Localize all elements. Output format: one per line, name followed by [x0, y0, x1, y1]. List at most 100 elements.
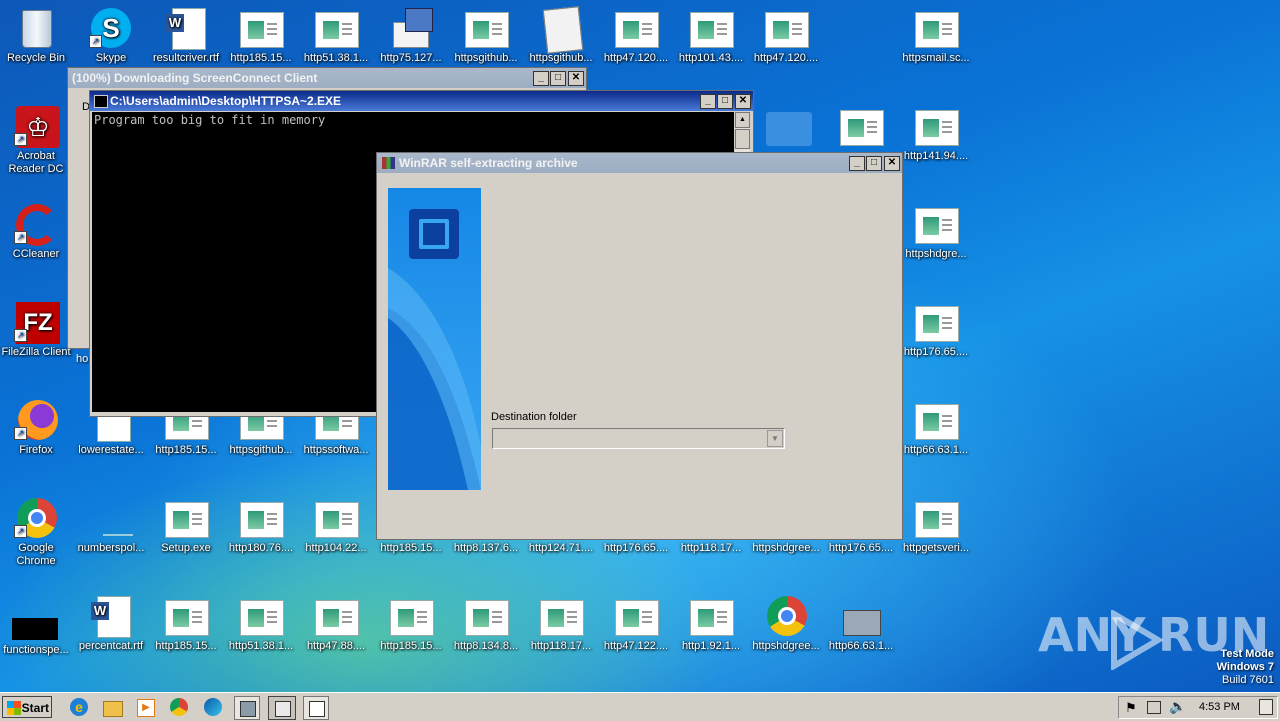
ccleaner-icon: ↗: [14, 204, 58, 246]
volume-icon[interactable]: 🔈: [1169, 698, 1186, 715]
chevron-down-icon[interactable]: ▼: [767, 430, 783, 447]
minimize-button[interactable]: _: [849, 156, 865, 171]
chrome-taskbar-icon[interactable]: [168, 696, 190, 718]
file-icon: [464, 8, 509, 48]
file-icon: [464, 596, 509, 636]
close-button[interactable]: ✕: [735, 94, 751, 109]
minimize-button[interactable]: _: [700, 94, 716, 109]
edge-icon[interactable]: [202, 696, 224, 718]
console-window-titlebar[interactable]: C:\Users\admin\Desktop\HTTPSA~2.EXE: [90, 91, 753, 111]
desktop-icon-r7-6[interactable]: http118.17...: [523, 596, 599, 653]
desktop-icon-r1-8[interactable]: http101.43....: [673, 8, 749, 65]
console-output-text: Program too big to fit in memory: [94, 113, 326, 127]
show-desktop-button[interactable]: [1259, 699, 1273, 715]
flag-icon[interactable]: ⚑: [1125, 700, 1137, 716]
desktop-icon-numberspol[interactable]: numberspol...: [73, 498, 149, 555]
close-button[interactable]: ✕: [568, 71, 584, 86]
desktop-icon-r1-3[interactable]: http51.38.1...: [298, 8, 374, 65]
desktop-icon-filezilla[interactable]: FZ ↗ FileZilla Client: [0, 302, 74, 359]
taskbar: Start e ▶ ⚑ 🔈 4:53 PM: [0, 692, 1280, 721]
desktop-icon-firefox[interactable]: ↗ Firefox: [0, 400, 74, 457]
build-label: Build 7601: [1222, 674, 1274, 686]
taskbar-console-button[interactable]: [303, 696, 329, 720]
desktop-icon-folder[interactable]: [748, 106, 824, 150]
desktop-icon-r7-3[interactable]: http47.88....: [298, 596, 374, 653]
close-button[interactable]: ✕: [884, 156, 900, 171]
file-icon: [839, 106, 884, 146]
word-doc-icon: W: [89, 596, 133, 638]
desktop-icon-resultcriver[interactable]: W resultcriver.rtf: [148, 8, 224, 65]
taskbar-window-button[interactable]: [234, 696, 260, 720]
file-icon: [914, 400, 959, 440]
desktop-icon-r7-4[interactable]: http185.15...: [373, 596, 449, 653]
desktop-icon-r7-10[interactable]: http66.63.1...: [823, 596, 899, 653]
firefox-icon: ↗: [14, 400, 58, 440]
desktop-icon-hidden[interactable]: [823, 106, 899, 150]
minimize-button[interactable]: _: [533, 71, 549, 86]
desktop-icon-functionspe[interactable]: functionspe...: [0, 600, 74, 657]
desktop-icon-r7-1[interactable]: http185.15...: [148, 596, 224, 653]
file-icon: [239, 498, 284, 538]
test-mode-label: Test Mode: [1220, 648, 1274, 660]
chrome-icon: [764, 596, 808, 636]
file-icon: [539, 596, 584, 636]
windows-logo-icon: [7, 701, 21, 715]
winrar-icon: [382, 157, 395, 169]
desktop-icon-skype[interactable]: S ↗ Skype: [73, 8, 149, 65]
desktop-icon-r1-2[interactable]: http185.15...: [223, 8, 299, 65]
taskbar-winrar-button[interactable]: [268, 696, 296, 720]
desktop-icon-r1-4[interactable]: http75.127...: [373, 8, 449, 65]
file-icon: [239, 596, 284, 636]
desktop-icon-acrobat[interactable]: ♔ ↗ Acrobat Reader DC: [0, 106, 74, 176]
file-icon: [389, 596, 434, 636]
scroll-thumb[interactable]: [735, 129, 750, 149]
black-file-icon: [12, 600, 58, 640]
partial-desktop-label: ho: [76, 353, 89, 365]
desktop-icon-r1-7[interactable]: http47.120....: [598, 8, 674, 65]
desktop-icon-recycle-bin[interactable]: Recycle Bin: [0, 8, 74, 65]
maximize-button[interactable]: □: [717, 94, 733, 109]
desktop-icon-r1-5[interactable]: httpsgithub...: [448, 8, 524, 65]
clock[interactable]: 4:53 PM: [1199, 701, 1240, 713]
desktop-icon-r6-2[interactable]: http104.22...: [298, 498, 374, 555]
desktop-icon-rc-1[interactable]: httpshdgre...: [898, 204, 974, 261]
scroll-up-arrow[interactable]: ▲: [735, 112, 750, 128]
desktop-icon-rc-0[interactable]: http141.94....: [898, 106, 974, 163]
desktop-icon-r7-9[interactable]: httpshdgree...: [748, 596, 824, 653]
desktop-icon-percentcat[interactable]: W percentcat.rtf: [73, 596, 149, 653]
maximize-button[interactable]: □: [550, 71, 566, 86]
desktop-icon-chrome[interactable]: ↗ Google Chrome: [0, 498, 74, 568]
word-doc-icon: W: [164, 8, 208, 50]
recycle-bin-icon: [14, 8, 58, 48]
desktop-icon-r1-10[interactable]: httpsmail.sc...: [898, 8, 974, 65]
desktop-icon-r7-8[interactable]: http1.92.1...: [673, 596, 749, 653]
explorer-icon[interactable]: [101, 696, 123, 718]
winrar-window-title: WinRAR self-extracting archive: [399, 156, 578, 170]
file-icon: [914, 106, 959, 146]
file-icon: [614, 596, 659, 636]
desktop-icon-r7-7[interactable]: http47.122....: [598, 596, 674, 653]
desktop-icon-ccleaner[interactable]: ↗ CCleaner: [0, 204, 74, 261]
desktop-icon-r7-5[interactable]: http8.134.8...: [448, 596, 524, 653]
start-button[interactable]: Start: [2, 696, 52, 718]
download-window-title: (100%) Downloading ScreenConnect Client: [72, 71, 318, 85]
media-player-icon[interactable]: ▶: [134, 696, 156, 718]
file-icon: [314, 596, 359, 636]
ie-icon[interactable]: e: [68, 696, 90, 718]
winrar-window-titlebar[interactable]: WinRAR self-extracting archive: [377, 153, 902, 173]
destination-folder-combo[interactable]: ▼: [492, 428, 785, 449]
download-window-titlebar[interactable]: (100%) Downloading ScreenConnect Client: [68, 68, 586, 88]
desktop-icon-setup[interactable]: Setup.exe: [148, 498, 224, 555]
acrobat-icon: ♔ ↗: [14, 106, 60, 148]
desktop-icon-r1-9[interactable]: http47.120....: [748, 8, 824, 65]
desktop-icon-rc-2[interactable]: http176.65....: [898, 302, 974, 359]
desktop-icon-r7-2[interactable]: http51.38.1...: [223, 596, 299, 653]
file-icon: [614, 8, 659, 48]
desktop-icon-r6-10[interactable]: httpgetsveri...: [898, 498, 974, 555]
desktop-icon-r6-1[interactable]: http180.76....: [223, 498, 299, 555]
network-icon[interactable]: [1147, 701, 1161, 714]
winrar-window[interactable]: WinRAR self-extracting archive _ □ ✕ Des…: [376, 152, 903, 540]
maximize-button[interactable]: □: [866, 156, 882, 171]
desktop-icon-rc-3[interactable]: http66.63.1...: [898, 400, 974, 457]
desktop-icon-r1-6[interactable]: httpsgithub...: [523, 6, 599, 65]
